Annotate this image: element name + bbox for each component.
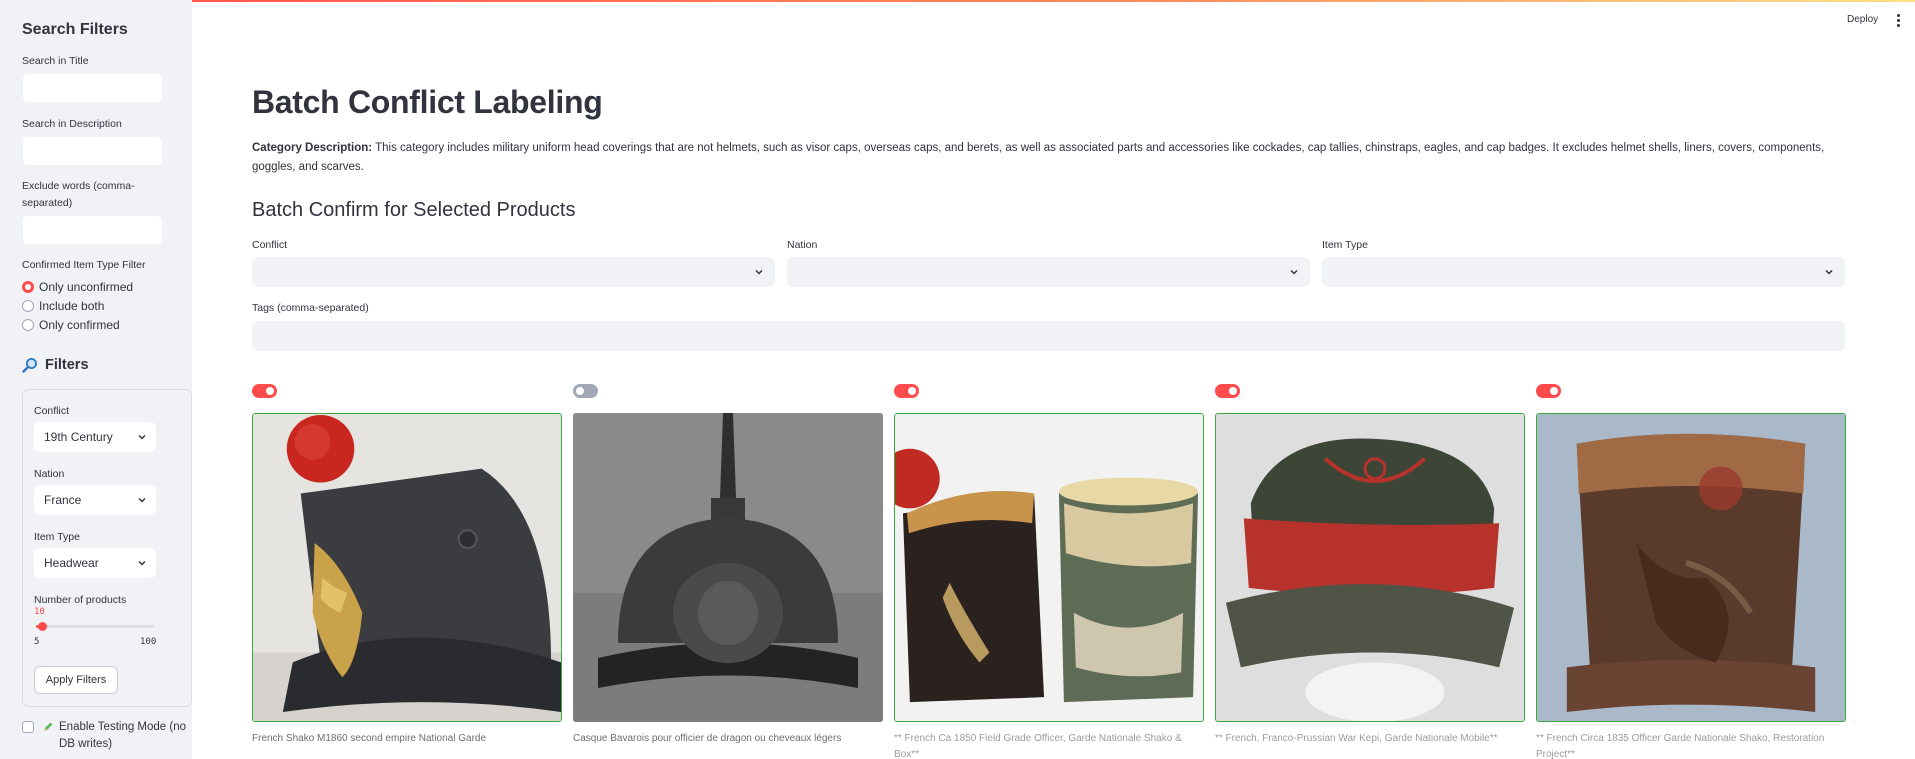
product-select-toggle[interactable] [252,384,277,398]
chevron-down-icon [1825,269,1833,275]
toggle-knob [908,387,916,395]
search-description-input[interactable] [22,136,163,166]
radio-label: Only unconfirmed [39,280,134,294]
filters-heading: Filters [22,357,89,373]
product-image-shako-and-box[interactable] [894,413,1204,722]
radio-include-both[interactable]: Include both [22,299,104,313]
product-caption: French Shako M1860 second empire Nationa… [252,733,487,744]
conflict-filter-label: Conflict [34,405,70,417]
tags-input[interactable] [252,321,1845,351]
exclude-words-label: Exclude words (comma-separated) [22,180,135,209]
product-select-toggle[interactable] [1215,384,1240,398]
testing-mode-label: Enable Testing Mode (no DB writes) [59,721,187,750]
slider-min-label: 5 [34,637,40,647]
chevron-down-icon [138,497,146,503]
page-title: Batch Conflict Labeling [252,84,603,120]
chevron-down-icon [138,560,146,566]
batch-nation-label: Nation [787,239,818,251]
toggle-knob [1229,387,1237,395]
product-select-toggle[interactable] [573,384,598,398]
conflict-filter-value: 19th Century [44,430,113,444]
batch-conflict-label: Conflict [252,239,288,251]
batch-nation-select[interactable] [787,257,1310,287]
nation-filter-select[interactable]: France [34,485,156,515]
radio-label: Include both [39,299,105,313]
chevron-down-icon [755,269,763,275]
radio-label: Only confirmed [39,318,120,332]
category-description-text: This category includes military uniform … [252,142,1825,173]
product-image-shako-1835[interactable] [1536,413,1846,722]
batch-item-type-select[interactable] [1322,257,1845,287]
radio-button[interactable] [22,319,34,331]
apply-filters-button[interactable]: Apply Filters [34,666,118,694]
conflict-filter-select[interactable]: 19th Century [34,422,156,452]
tags-label: Tags (comma-separated) [252,302,369,314]
product-image-shako-m1860[interactable] [252,413,562,722]
batch-confirm-title: Batch Confirm for Selected Products [252,199,576,221]
product-image-kepi[interactable] [1215,413,1525,722]
testing-mode-checkbox[interactable] [22,721,34,733]
batch-conflict-select[interactable] [252,257,775,287]
radio-button-checked[interactable] [22,281,34,293]
item-type-filter-select[interactable]: Headwear [34,548,156,578]
num-products-slider[interactable] [36,622,154,631]
testing-mode-toggle[interactable]: Enable Testing Mode (no DB writes) [22,719,187,753]
search-title-input[interactable] [22,73,163,103]
nation-filter-label: Nation [34,468,65,480]
product-caption: Casque Bavarois pour officier de dragon … [573,733,842,744]
product-caption: ** French, Franco-Prussian War Kepi, Gar… [1215,733,1498,744]
nation-filter-value: France [44,493,82,507]
item-type-filter-label: Item Type [34,531,80,543]
exclude-words-input[interactable] [22,215,163,245]
category-description: Category Description: This category incl… [252,139,1842,177]
search-description-label: Search in Description [22,118,122,130]
top-decoration-bar [0,0,1915,2]
filters-title: Filters [45,357,89,373]
main-menu-icon[interactable] [1897,14,1901,28]
batch-item-type-label: Item Type [1322,239,1368,251]
magnifier-icon [22,358,37,373]
slider-max-label: 100 [140,637,157,647]
deploy-button[interactable]: Deploy [1847,14,1878,25]
category-description-label: Category Description: [252,142,373,154]
pencil-icon [44,722,53,731]
sidebar: Search Filters Search in Title Search in… [0,0,192,759]
num-products-value: 10 [34,607,45,617]
confirmed-filter-label: Confirmed Item Type Filter [22,259,146,271]
chevron-down-icon [1290,269,1298,275]
product-caption: ** French Circa 1835 Officer Garde Natio… [1536,733,1825,759]
product-select-toggle[interactable] [894,384,919,398]
chevron-down-icon [138,434,146,440]
product-select-toggle[interactable] [1536,384,1561,398]
product-image-casque-bavarois[interactable] [573,413,883,722]
item-type-filter-value: Headwear [44,556,99,570]
toggle-knob [1550,387,1558,395]
radio-button[interactable] [22,300,34,312]
radio-only-unconfirmed[interactable]: Only unconfirmed [22,280,133,294]
num-products-label: Number of products [34,594,127,606]
toggle-knob [576,387,584,395]
sidebar-title: Search Filters [22,21,128,38]
slider-thumb[interactable] [37,622,47,631]
search-title-label: Search in Title [22,55,89,67]
product-caption: ** French Ca 1850 Field Grade Officer, G… [894,733,1182,759]
toggle-knob [266,387,274,395]
radio-only-confirmed[interactable]: Only confirmed [22,318,120,332]
